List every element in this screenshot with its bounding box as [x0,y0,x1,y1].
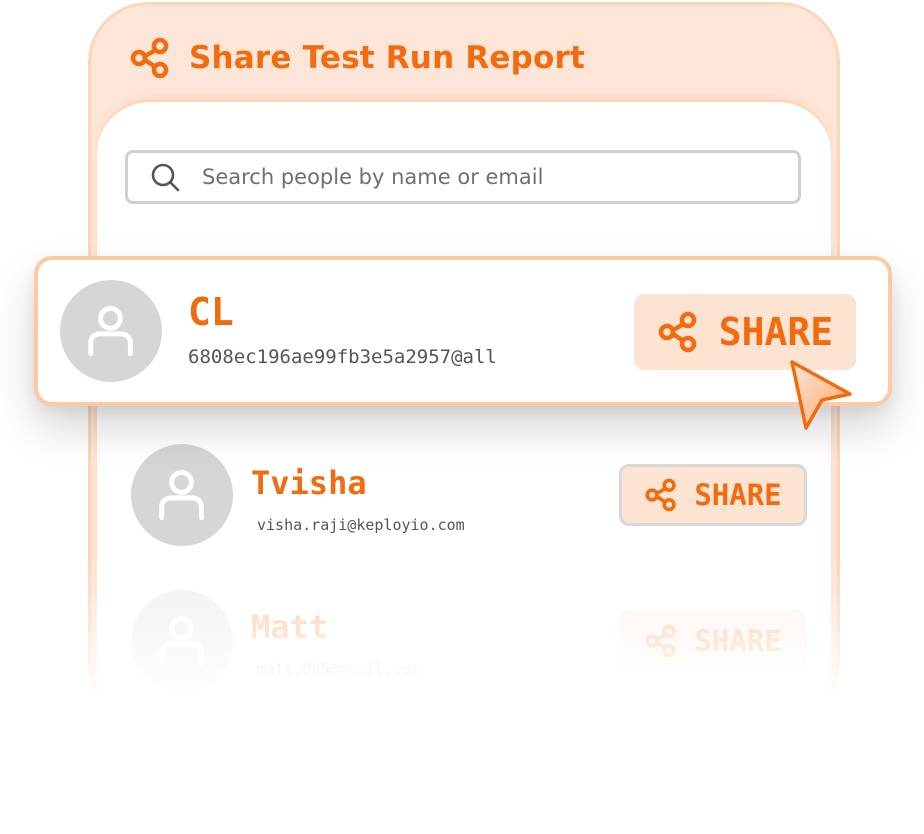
share-icon [645,478,677,512]
search-box[interactable] [125,150,801,204]
cursor-pointer-icon [790,360,852,430]
share-icon [130,37,169,79]
avatar [60,280,162,382]
user-icon [159,470,205,521]
avatar [131,590,233,692]
person-email: matt.005@gmail.com [257,660,420,678]
share-button-label: SHARE [694,478,782,512]
person-email: 6808ec196ae99fb3e5a2957@all [188,346,497,368]
person-name: Tvisha [251,464,367,502]
person-name: CL [188,290,234,334]
share-button[interactable]: SHARE [619,464,807,526]
share-button-label: SHARE [694,624,782,658]
user-icon [88,306,134,357]
page-title: Share Test Run Report [189,40,586,76]
list-item-highlighted: CL 6808ec196ae99fb3e5a2957@all SHARE [34,256,892,406]
user-icon [159,616,205,667]
search-icon [151,163,180,192]
panel-header: Share Test Run Report [129,33,585,83]
search-input[interactable] [202,165,762,189]
share-icon [645,624,677,658]
share-button-label: SHARE [718,310,834,354]
share-button[interactable]: SHARE [619,610,807,672]
share-icon [658,311,697,353]
person-email: visha.raji@keployio.com [257,516,465,534]
avatar [131,444,233,546]
person-name: Matt [251,608,329,646]
share-list-container: Tvisha visha.raji@keployio.com SHARE [97,99,831,719]
